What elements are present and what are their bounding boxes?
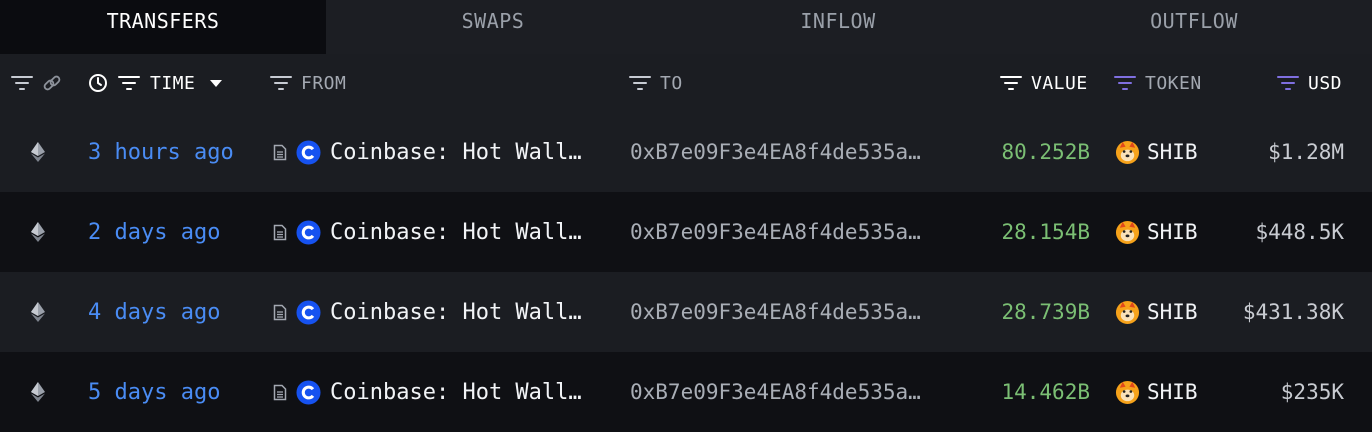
to-address-link[interactable]: 0xB7e09F3e4EA8f4de535a…: [630, 112, 921, 192]
table-header: TIME FROM TO VALUE TOKEN USD: [0, 54, 1372, 112]
usd-amount: $448.5K: [1255, 220, 1344, 244]
coinbase-logo-icon: [296, 352, 321, 432]
filter-icon: [270, 76, 292, 90]
usd-amount: $235K: [1280, 380, 1344, 404]
filter-icon: [1114, 76, 1136, 90]
document-icon[interactable]: [273, 192, 287, 272]
from-filter-button[interactable]: FROM: [270, 54, 346, 112]
usd-filter-button[interactable]: USD: [1277, 54, 1342, 112]
ethereum-icon: [30, 272, 46, 352]
token-symbol-link[interactable]: SHIB: [1147, 112, 1198, 192]
ethereum-icon: [30, 112, 46, 192]
value-column-label: VALUE: [1031, 72, 1088, 94]
time-link[interactable]: 5 days ago: [88, 352, 220, 432]
tab-swaps[interactable]: SWAPS: [326, 0, 660, 54]
ethereum-icon: [30, 192, 46, 272]
table-row[interactable]: 2 days ago Coinbase: Hot Wall… 0xB7e09F3…: [0, 192, 1372, 272]
tab-bar: TRANSFERS SWAPS INFLOW OUTFLOW: [0, 0, 1372, 54]
document-icon[interactable]: [273, 272, 287, 352]
from-address-link[interactable]: Coinbase: Hot Wall…: [330, 272, 582, 352]
table-row[interactable]: 4 days ago Coinbase: Hot Wall… 0xB7e09F3…: [0, 272, 1372, 352]
token-symbol-link[interactable]: SHIB: [1147, 192, 1198, 272]
time-link[interactable]: 4 days ago: [88, 272, 220, 352]
from-address-link[interactable]: Coinbase: Hot Wall…: [330, 112, 582, 192]
token-symbol-link[interactable]: SHIB: [1147, 352, 1198, 432]
document-icon[interactable]: [273, 112, 287, 192]
to-address-link[interactable]: 0xB7e09F3e4EA8f4de535a…: [630, 192, 921, 272]
value-amount: 28.154B: [1001, 220, 1090, 244]
transfers-table-body: 3 hours ago Coinbase: Hot Wall… 0xB7e09F…: [0, 112, 1372, 432]
filter-icon: [118, 76, 140, 90]
table-row[interactable]: 5 days ago Coinbase: Hot Wall… 0xB7e09F3…: [0, 352, 1372, 432]
usd-column-label: USD: [1308, 72, 1343, 94]
tab-transfers[interactable]: TRANSFERS: [0, 0, 326, 54]
tab-outflow[interactable]: OUTFLOW: [1016, 0, 1372, 54]
caret-down-icon: [210, 80, 223, 87]
coinbase-logo-icon: [296, 192, 321, 272]
table-row[interactable]: 3 hours ago Coinbase: Hot Wall… 0xB7e09F…: [0, 112, 1372, 192]
usd-amount: $431.38K: [1242, 300, 1344, 324]
time-sort-button[interactable]: TIME: [88, 54, 223, 112]
to-address-link[interactable]: 0xB7e09F3e4EA8f4de535a…: [630, 272, 921, 352]
to-address-link[interactable]: 0xB7e09F3e4EA8f4de535a…: [630, 352, 921, 432]
coinbase-logo-icon: [296, 272, 321, 352]
value-amount: 14.462B: [1001, 380, 1090, 404]
token-column-label: TOKEN: [1145, 72, 1202, 94]
usd-amount: $1.28M: [1268, 140, 1344, 164]
time-link[interactable]: 2 days ago: [88, 192, 220, 272]
link-filter-button[interactable]: [42, 54, 62, 112]
filter-icon: [1000, 76, 1022, 90]
time-column-label: TIME: [150, 72, 196, 94]
shiba-inu-token-icon: [1115, 352, 1140, 432]
tab-inflow[interactable]: INFLOW: [660, 0, 1016, 54]
from-column-label: FROM: [301, 72, 347, 94]
from-address-link[interactable]: Coinbase: Hot Wall…: [330, 192, 582, 272]
token-filter-button[interactable]: TOKEN: [1114, 54, 1202, 112]
ethereum-icon: [30, 352, 46, 432]
value-amount: 28.739B: [1001, 300, 1090, 324]
value-amount: 80.252B: [1001, 140, 1090, 164]
to-filter-button[interactable]: TO: [629, 54, 683, 112]
clock-icon: [89, 74, 107, 92]
from-address-link[interactable]: Coinbase: Hot Wall…: [330, 352, 582, 432]
filter-icon: [11, 76, 33, 90]
document-icon[interactable]: [273, 352, 287, 432]
filter-icon: [629, 76, 651, 90]
shiba-inu-token-icon: [1115, 112, 1140, 192]
to-column-label: TO: [660, 72, 683, 94]
time-link[interactable]: 3 hours ago: [88, 112, 234, 192]
value-filter-button[interactable]: VALUE: [1000, 54, 1088, 112]
chain-filter-button[interactable]: [11, 54, 33, 112]
filter-icon: [1277, 76, 1299, 90]
shiba-inu-token-icon: [1115, 192, 1140, 272]
link-icon: [43, 75, 61, 91]
coinbase-logo-icon: [296, 112, 321, 192]
shiba-inu-token-icon: [1115, 272, 1140, 352]
token-symbol-link[interactable]: SHIB: [1147, 272, 1198, 352]
